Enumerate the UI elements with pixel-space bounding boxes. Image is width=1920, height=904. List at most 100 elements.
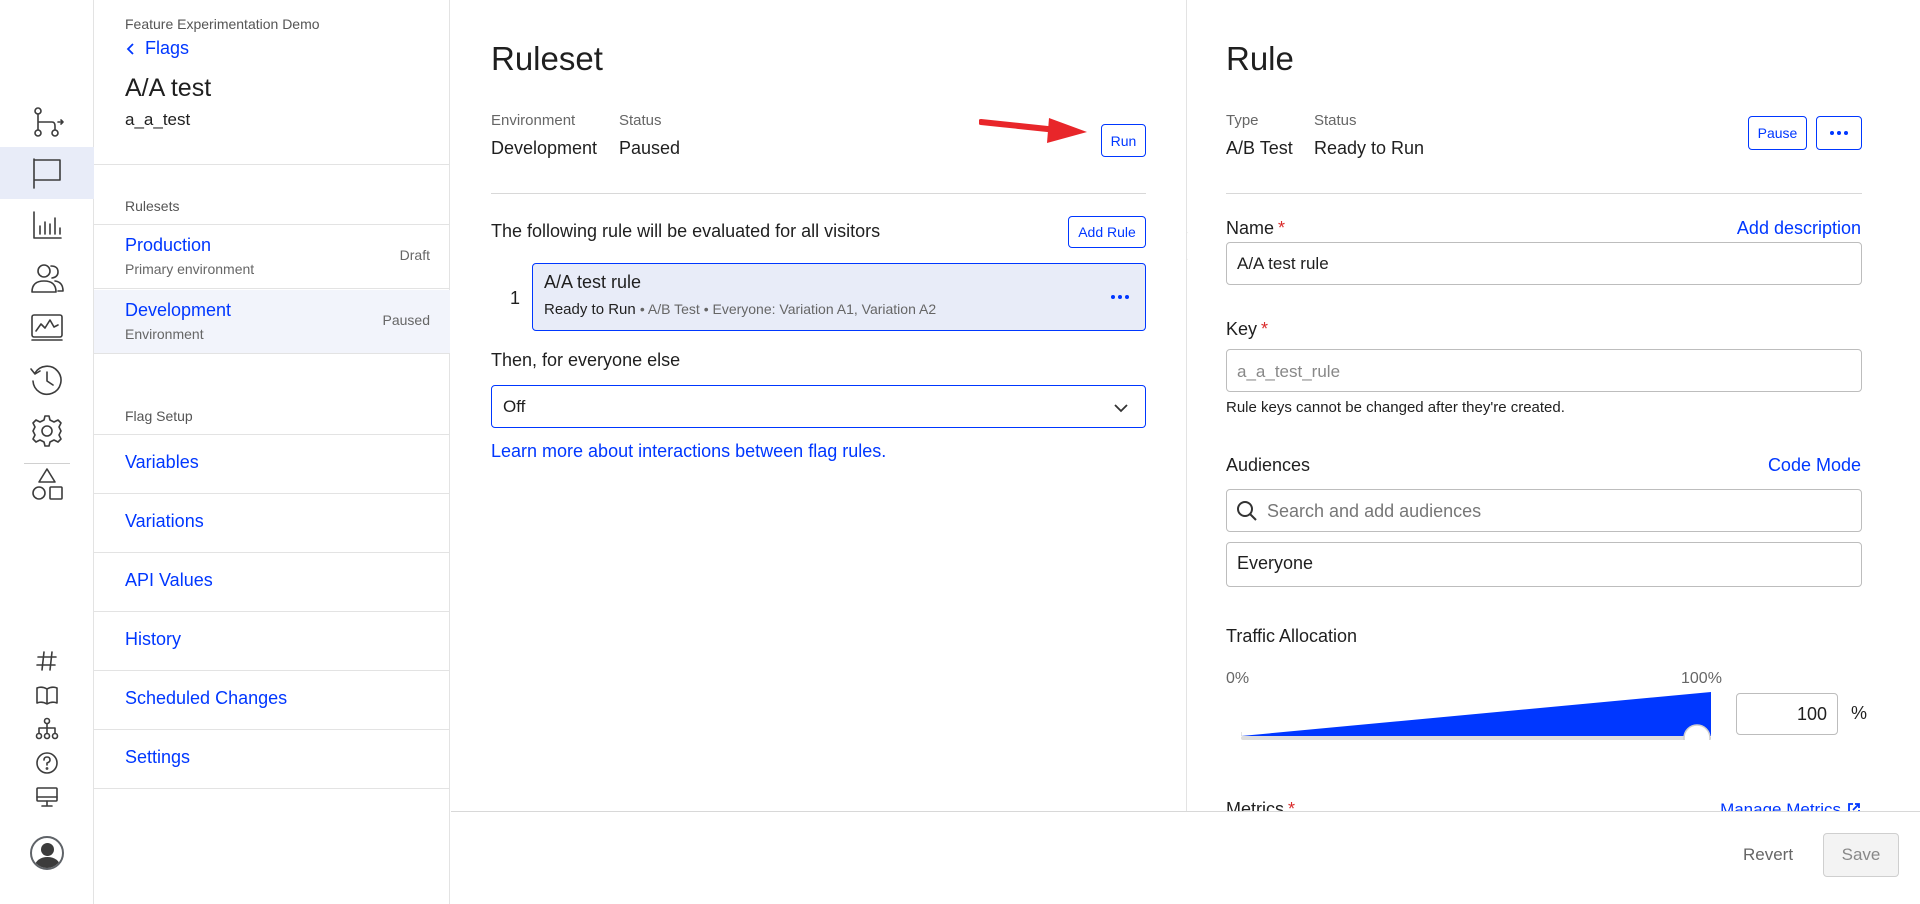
rulesets-nav[interactable] <box>0 97 94 147</box>
scale-max: 100% <box>1681 670 1722 687</box>
chevron-left-icon <box>126 42 134 55</box>
project-name: Feature Experimentation Demo <box>125 16 320 32</box>
rule-details: • A/B Test • Everyone: Variation A1, Var… <box>639 301 937 317</box>
type-label: Type <box>1226 112 1259 129</box>
reports-icon <box>33 211 62 239</box>
rule-more-icon[interactable] <box>1111 295 1129 299</box>
ruleset-item-development[interactable]: Development Environment Paused <box>94 290 450 354</box>
flag-title: A/A test <box>125 74 212 102</box>
ruleset-name: Development <box>125 300 232 320</box>
input-placeholder: a_a_test_rule <box>1237 362 1341 381</box>
add-rule-button[interactable]: Add Rule <box>1068 216 1146 248</box>
rulesets-heading: Rulesets <box>125 198 180 214</box>
traffic-percent-input[interactable]: 100 <box>1736 693 1838 735</box>
key-hint: Rule keys cannot be changed after they'r… <box>1226 399 1565 416</box>
monitor-icon <box>31 314 63 341</box>
rule-panel: Rule Type A/B Test Status Ready to Run P… <box>1186 0 1920 811</box>
reports-nav[interactable] <box>0 200 94 250</box>
flag-icon <box>33 158 61 189</box>
annotation-arrow-icon <box>979 118 1087 143</box>
rule-more-button[interactable] <box>1816 116 1862 150</box>
history-nav[interactable] <box>0 355 94 405</box>
rule-title: Rule <box>1226 40 1294 77</box>
setup-item-label: Variations <box>125 511 204 531</box>
select-value: Off <box>503 397 526 416</box>
shapes-icon <box>32 468 63 500</box>
rule-card[interactable]: A/A test rule Ready to Run • A/B Test • … <box>532 263 1146 331</box>
monitor-nav[interactable] <box>0 303 94 353</box>
setup-item-variations[interactable]: Variations <box>94 494 450 553</box>
setup-item-label: History <box>125 629 182 649</box>
setup-item-label: Scheduled Changes <box>125 688 288 708</box>
manage-metrics-link[interactable]: Manage Metrics <box>1720 800 1861 811</box>
status-label: Status <box>1314 112 1357 129</box>
status-value: Paused <box>619 138 681 158</box>
audiences-label: Audiences <box>1226 455 1311 475</box>
add-description-link[interactable]: Add description <box>1737 218 1861 239</box>
setup-item-api-values[interactable]: API Values <box>94 553 450 612</box>
pause-button[interactable]: Pause <box>1748 116 1807 150</box>
panel-notch <box>1187 231 1202 261</box>
traffic-slider[interactable] <box>1241 692 1711 740</box>
ruleset-description: Primary environment <box>125 261 255 277</box>
divider <box>491 193 1146 194</box>
settings-icon <box>32 415 62 447</box>
setup-item-label: API Values <box>125 570 213 590</box>
slider-track <box>1241 736 1711 740</box>
icon-rail <box>0 0 94 904</box>
rule-name: A/A test rule <box>544 272 642 292</box>
code-mode-link[interactable]: Code Mode <box>1768 455 1861 476</box>
ruleset-status: Paused <box>382 312 430 328</box>
ruleset-description: Environment <box>125 326 204 342</box>
settings-nav[interactable] <box>0 406 94 456</box>
input-value: 100 <box>1796 704 1827 724</box>
chevron-down-icon <box>1114 404 1128 413</box>
setup-item-settings[interactable]: Settings <box>94 730 450 789</box>
flag-key: a_a_test <box>125 110 191 129</box>
revert-button[interactable]: Revert <box>1743 845 1793 865</box>
environment-value: Development <box>491 138 598 158</box>
rule-summary: Ready to Run • A/B Test • Everyone: Vari… <box>544 301 936 318</box>
setup-item-label: Variables <box>125 452 199 472</box>
save-button[interactable]: Save <box>1823 833 1899 877</box>
setup-item-history[interactable]: History <box>94 612 450 671</box>
display-nav[interactable] <box>0 772 94 822</box>
audience-search-input[interactable]: Search and add audiences <box>1226 489 1862 532</box>
ruleset-item-production[interactable]: Production Primary environment Draft <box>94 225 450 289</box>
input-placeholder: Search and add audiences <box>1267 501 1482 521</box>
environment-label: Environment <box>491 112 576 129</box>
flag-sidebar: Feature Experimentation Demo Flags A/A t… <box>94 0 450 904</box>
rule-name-input[interactable]: A/A test rule <box>1226 242 1862 285</box>
setup-item-scheduled-changes[interactable]: Scheduled Changes <box>94 671 450 730</box>
app: Feature Experimentation Demo Flags A/A t… <box>0 0 1920 904</box>
ruleset-title: Ruleset <box>491 40 603 77</box>
slider-fill <box>1241 692 1711 736</box>
rule-key-input[interactable]: a_a_test_rule <box>1226 349 1862 392</box>
back-label: Flags <box>145 38 190 58</box>
more-icon <box>1830 131 1848 135</box>
rule-status: Ready to Run <box>544 301 636 318</box>
avatar-head <box>41 843 54 856</box>
avatar-icon[interactable] <box>30 836 64 870</box>
search-icon <box>1237 501 1257 521</box>
rule-intro-text: The following rule will be evaluated for… <box>491 221 881 241</box>
else-variation-select[interactable]: Off <box>491 385 1146 428</box>
run-button[interactable]: Run <box>1101 124 1146 157</box>
shapes-nav[interactable] <box>0 459 94 509</box>
scale-min: 0% <box>1226 670 1250 687</box>
audiences-nav[interactable] <box>0 253 94 303</box>
back-to-flags-link[interactable]: Flags <box>125 38 189 59</box>
desktop-icon <box>36 787 58 807</box>
avatar-body <box>35 857 60 868</box>
action-footer: Revert Save <box>451 811 1920 904</box>
learn-more-link[interactable]: Learn more about interactions between fl… <box>491 441 886 462</box>
rule-index: 1 <box>510 288 521 308</box>
input-value: A/A test rule <box>1237 254 1329 273</box>
flags-nav[interactable] <box>0 147 94 199</box>
setup-item-label: Settings <box>125 747 191 767</box>
type-value: A/B Test <box>1226 138 1293 158</box>
audiences-icon <box>31 264 64 293</box>
rulesets-icon <box>34 107 64 137</box>
ruleset-name: Production <box>125 235 212 255</box>
setup-item-variables[interactable]: Variables <box>94 435 450 494</box>
